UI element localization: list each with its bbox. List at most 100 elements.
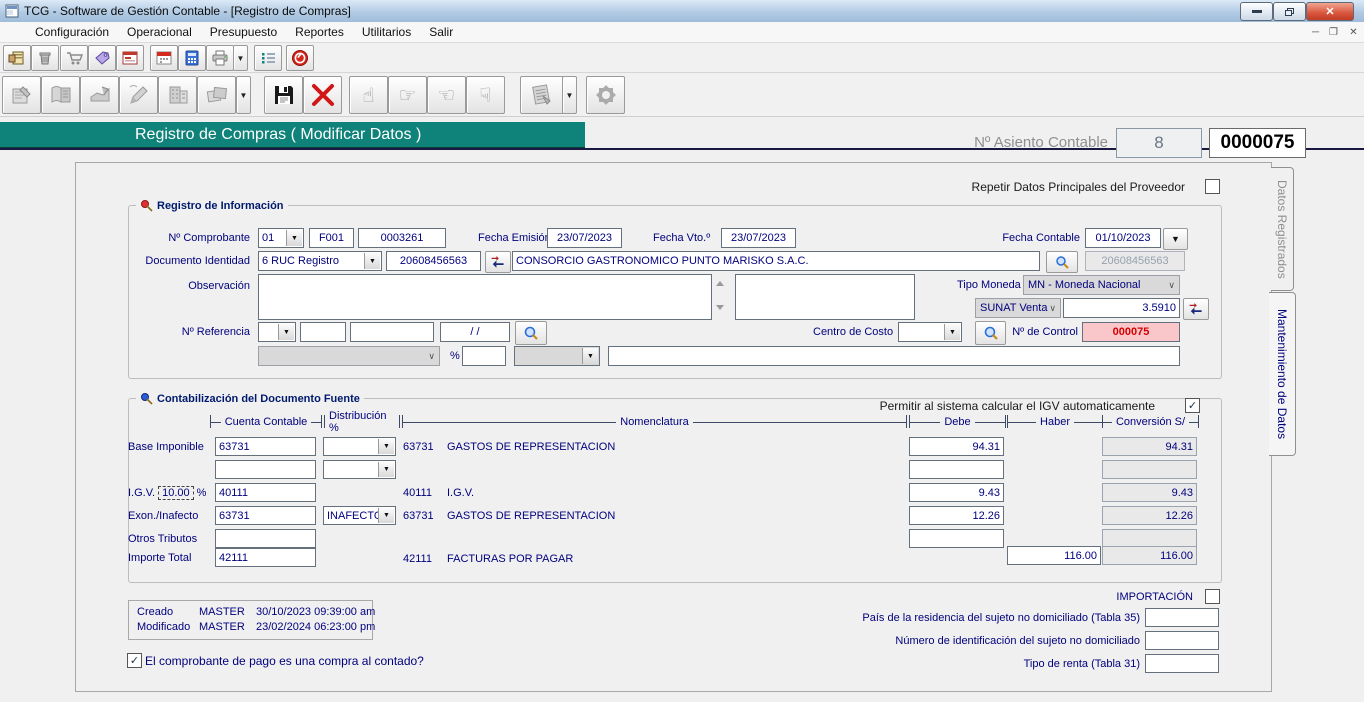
tab-datos-registrados[interactable]: Datos Registrados: [1271, 167, 1294, 291]
notes-button[interactable]: [520, 76, 564, 114]
exonerado-debe-field[interactable]: 12.26: [909, 506, 1004, 525]
list-button[interactable]: [254, 45, 282, 71]
last-record-button[interactable]: ☟: [466, 76, 505, 114]
browse-icon: [49, 83, 73, 107]
print-button[interactable]: [206, 45, 234, 71]
detraccion-select[interactable]: ∨: [258, 346, 440, 366]
igv-debe-field[interactable]: 9.43: [909, 483, 1004, 502]
calendar-button[interactable]: [150, 45, 178, 71]
building-icon: [166, 83, 190, 107]
calculator-button[interactable]: [178, 45, 206, 71]
copy-button[interactable]: [197, 76, 236, 114]
centro-costo-select[interactable]: ▼: [898, 322, 962, 342]
porcentaje-field[interactable]: [462, 346, 506, 366]
trash-button[interactable]: [31, 45, 59, 71]
exonerado-cuenta-field[interactable]: 63731: [215, 506, 316, 525]
exonerado-label: Exon./Inafecto: [128, 510, 198, 522]
new-record-button[interactable]: [2, 76, 41, 114]
referencia-fecha-field[interactable]: / /: [440, 322, 510, 342]
buscar-proveedor-button[interactable]: [1046, 251, 1078, 273]
detraccion-descripcion-field[interactable]: [608, 346, 1180, 366]
numero-comprobante-field[interactable]: 0003261: [358, 228, 446, 248]
cart-button[interactable]: [60, 45, 88, 71]
tipo-renta-field[interactable]: [1145, 654, 1219, 673]
exit-button[interactable]: [286, 45, 314, 71]
menu-configuracion[interactable]: Configuración: [26, 23, 118, 41]
pais-field[interactable]: [1145, 608, 1219, 627]
fecha-emision-field[interactable]: 23/07/2023: [547, 228, 622, 248]
base2-distribucion-select[interactable]: ▼: [323, 460, 396, 479]
buscar-centro-costo-button[interactable]: [975, 321, 1006, 345]
tipo-cambio-field[interactable]: 3.5910: [1063, 298, 1180, 318]
settings-button[interactable]: [586, 76, 625, 114]
detraccion-tipo-select[interactable]: ▼: [514, 346, 600, 366]
referencia-serie-field[interactable]: [300, 322, 346, 342]
exchange-button[interactable]: [485, 251, 511, 273]
fecha-contable-field[interactable]: 01/10/2023: [1085, 228, 1161, 248]
next-record-button[interactable]: ☞: [388, 76, 427, 114]
menu-salir[interactable]: Salir: [420, 23, 462, 41]
base-distribucion-select[interactable]: ▼: [323, 437, 396, 456]
base2-debe-field[interactable]: [909, 460, 1004, 479]
exchange-rate-button[interactable]: [1183, 298, 1209, 320]
minimize-button[interactable]: [1240, 2, 1273, 21]
exonerado-distribucion-select[interactable]: INAFECTO▼: [323, 506, 396, 525]
tag-button[interactable]: [88, 45, 116, 71]
pencil-button[interactable]: [119, 76, 158, 114]
cancel-button[interactable]: [303, 76, 342, 114]
observacion2-textarea[interactable]: [735, 274, 915, 320]
fecha-contable-dropdown-button[interactable]: ▼: [1163, 228, 1188, 250]
igv-auto-checkbox[interactable]: ✓: [1185, 398, 1200, 413]
buscar-referencia-button[interactable]: [515, 321, 547, 345]
total-haber-field[interactable]: 116.00: [1007, 546, 1101, 565]
mdi-close-button[interactable]: ✕: [1346, 25, 1361, 39]
tipo-documento-select[interactable]: 6 RUC Registro ▼: [258, 251, 382, 271]
scroll-down-icon[interactable]: [716, 305, 724, 310]
restore-button[interactable]: [1273, 2, 1306, 21]
receive-button[interactable]: [80, 76, 119, 114]
tipo-moneda-select[interactable]: MN - Moneda Nacional ∨: [1023, 275, 1180, 295]
ledger-button[interactable]: [3, 45, 31, 71]
total-cuenta-field[interactable]: 42111: [215, 548, 316, 567]
menu-presupuesto[interactable]: Presupuesto: [201, 23, 286, 41]
notes-dropdown-button[interactable]: ▼: [562, 76, 577, 114]
compra-contado-checkbox[interactable]: ✓: [127, 653, 142, 668]
save-button[interactable]: [264, 76, 303, 114]
menu-utilitarios[interactable]: Utilitarios: [353, 23, 420, 41]
prev-record-button[interactable]: ☜: [427, 76, 466, 114]
serie-field[interactable]: F001: [309, 228, 354, 248]
numero-identificacion-field[interactable]: [1145, 631, 1219, 650]
tab-mantenimiento-datos[interactable]: Mantenimiento de Datos: [1269, 292, 1296, 456]
close-button[interactable]: ✕: [1306, 2, 1354, 21]
razon-social-field[interactable]: CONSORCIO GASTRONOMICO PUNTO MARISKO S.A…: [512, 251, 1040, 271]
fecha-vto-field[interactable]: 23/07/2023: [721, 228, 796, 248]
tipo-comprobante-select[interactable]: 01 ▼: [258, 228, 304, 248]
print-dropdown-button[interactable]: ▼: [233, 45, 248, 71]
observacion-textarea[interactable]: [258, 274, 712, 320]
mdi-minimize-button[interactable]: ─: [1308, 25, 1323, 39]
asiento-number-field[interactable]: 8: [1116, 128, 1202, 158]
importacion-checkbox[interactable]: [1205, 589, 1220, 604]
base-cuenta-field[interactable]: 63731: [215, 437, 316, 456]
referencia-tipo-select[interactable]: ▼: [258, 322, 296, 342]
scroll-up-icon[interactable]: [716, 281, 724, 286]
base-debe-field[interactable]: 94.31: [909, 437, 1004, 456]
igv-cuenta-field[interactable]: 40111: [215, 483, 316, 502]
ruc-field[interactable]: 20608456563: [386, 251, 481, 271]
browse-button[interactable]: [41, 76, 80, 114]
referencia-numero-field[interactable]: [350, 322, 434, 342]
tipo-documento-value: 6 RUC Registro: [262, 255, 339, 267]
base2-cuenta-field[interactable]: [215, 460, 316, 479]
building-button[interactable]: [158, 76, 197, 114]
documento-number-field[interactable]: 0000075: [1209, 128, 1306, 158]
otros-cuenta-field[interactable]: [215, 529, 316, 548]
first-record-button[interactable]: ☝: [349, 76, 388, 114]
menu-reportes[interactable]: Reportes: [286, 23, 353, 41]
otros-debe-field[interactable]: [909, 529, 1004, 548]
copy-dropdown-button[interactable]: ▼: [236, 76, 251, 114]
mdi-restore-button[interactable]: ❐: [1326, 25, 1341, 39]
menu-operacional[interactable]: Operacional: [118, 23, 201, 41]
form-button[interactable]: [116, 45, 144, 71]
repeat-provider-checkbox[interactable]: [1205, 179, 1220, 194]
cambio-fuente-select[interactable]: SUNAT Venta ∨: [975, 298, 1061, 318]
